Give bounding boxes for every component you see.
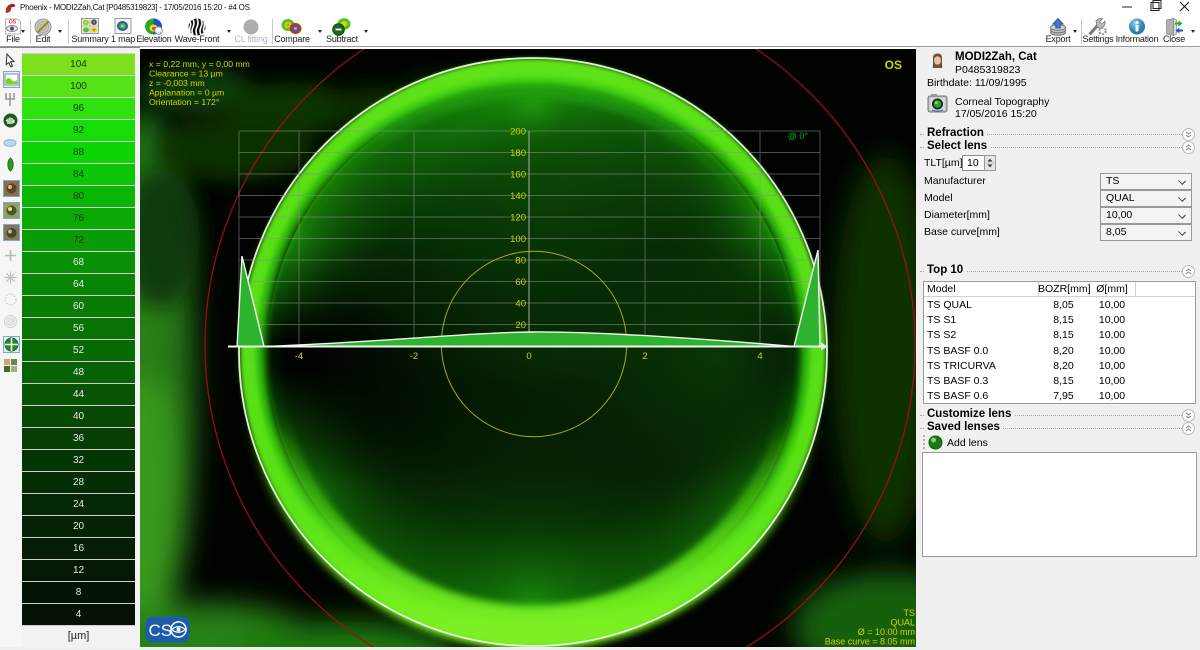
svg-text:Base curve = 8.05 mm: Base curve = 8.05 mm (825, 637, 915, 647)
svg-text:x = 0,22 mm, y = 0,00 mm: x = 0,22 mm, y = 0,00 mm (149, 59, 250, 69)
svg-text:140: 140 (510, 191, 526, 202)
svg-text:4: 4 (757, 351, 762, 362)
svg-text:-2: -2 (410, 351, 418, 362)
svg-text:80: 80 (515, 256, 526, 267)
svg-text:2: 2 (642, 351, 647, 362)
svg-text:CS: CS (149, 621, 173, 640)
svg-text:-4: -4 (295, 351, 303, 362)
svg-text:@ 0°: @ 0° (788, 131, 809, 141)
svg-text:Clearance = 13 µm: Clearance = 13 µm (149, 69, 223, 79)
svg-text:TS: TS (903, 608, 915, 618)
svg-text:Ø = 10.00 mm: Ø = 10.00 mm (858, 627, 915, 637)
svg-text:100: 100 (510, 234, 526, 245)
svg-text:OS: OS (885, 58, 902, 72)
svg-text:60: 60 (515, 277, 526, 288)
svg-text:0: 0 (526, 351, 531, 362)
svg-text:160: 160 (510, 170, 526, 181)
svg-text:20: 20 (515, 320, 526, 331)
svg-text:120: 120 (510, 213, 526, 224)
svg-text:40: 40 (515, 299, 526, 310)
svg-text:Applanation = 0 µm: Applanation = 0 µm (149, 88, 224, 98)
svg-text:180: 180 (510, 148, 526, 159)
svg-text:QUAL: QUAL (890, 618, 915, 628)
svg-text:z = -0,003 mm: z = -0,003 mm (149, 78, 205, 88)
svg-text:Orientation = 172°: Orientation = 172° (149, 97, 219, 107)
svg-text:200: 200 (510, 127, 526, 138)
svg-text:OS: OS (9, 20, 17, 26)
